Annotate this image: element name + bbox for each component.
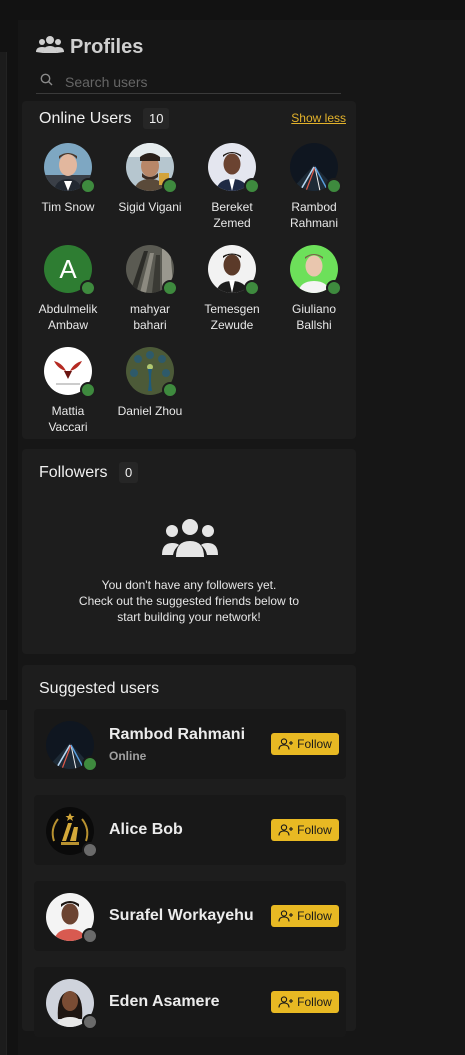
- empty-line-2: Check out the suggested friends below to: [78, 594, 300, 608]
- avatar: [208, 143, 260, 194]
- user-name-text: Temesgen Zewude: [204, 302, 260, 332]
- suggested-user-name: Alice Bob: [109, 821, 183, 838]
- user-name: Tim Snow: [41, 200, 95, 214]
- user-name-text: Abdulmelik Ambaw: [38, 302, 98, 332]
- avatar: [46, 979, 98, 1030]
- follow-button[interactable]: Follow: [271, 905, 339, 927]
- online-users-count: 10: [143, 108, 170, 129]
- user-name-text: Bereket Zemed: [211, 200, 253, 230]
- user-name: Giuliano Ballshi: [274, 301, 354, 333]
- suggested-users-card: Suggested users Rambod Rahmani Online Fo…: [22, 665, 356, 1037]
- user-name: Bereket Zemed: [192, 199, 272, 231]
- online-status-dot: [244, 280, 260, 296]
- user-name: Sigid Vigani: [118, 200, 182, 214]
- user-name-text: mahyar bahari: [129, 302, 170, 332]
- online-user[interactable]: mahyar bahari: [110, 245, 190, 333]
- avatar: [44, 143, 96, 194]
- suggested-user-row[interactable]: Rambod Rahmani Online Follow: [34, 709, 346, 779]
- avatar: [46, 807, 98, 858]
- online-status-dot: [326, 178, 342, 194]
- adjacent-panel-edge-lower: [0, 710, 7, 1055]
- follow-label: Follow: [297, 823, 332, 837]
- online-user[interactable]: Tim Snow: [28, 143, 108, 215]
- offline-status-dot: [82, 842, 98, 858]
- online-status-dot: [244, 178, 260, 194]
- online-status-dot: [162, 178, 178, 194]
- follow-label: Follow: [297, 909, 332, 923]
- avatar: [290, 245, 342, 296]
- online-status-dot: [80, 280, 96, 296]
- empty-line-1: You don't have any followers yet.: [101, 578, 277, 592]
- follow-button[interactable]: Follow: [271, 819, 339, 841]
- online-users-card: Online Users 10 Show less Tim Snow Sigid…: [22, 101, 356, 439]
- online-status-dot: [326, 280, 342, 296]
- avatar: [208, 245, 260, 296]
- suggested-user-row[interactable]: Eden Asamere Follow: [34, 967, 346, 1037]
- search-icon: [40, 73, 53, 91]
- page-title: Profiles: [70, 36, 144, 58]
- follow-label: Follow: [297, 737, 332, 751]
- followers-title: Followers: [39, 464, 108, 481]
- avatar: [46, 893, 98, 944]
- user-name: Rambod Rahmani: [274, 199, 354, 231]
- avatar: A: [44, 245, 96, 296]
- online-user[interactable]: Sigid Vigani: [110, 143, 190, 215]
- no-followers-icon: [162, 517, 218, 566]
- search-bar: [36, 70, 341, 94]
- online-status-dot: [162, 280, 178, 296]
- online-users-title: Online Users: [39, 110, 132, 127]
- add-user-icon: [278, 824, 294, 836]
- avatar: [126, 245, 178, 296]
- suggested-users-title: Suggested users: [39, 680, 160, 697]
- offline-status-dot: [82, 928, 98, 944]
- followers-count: 0: [119, 462, 139, 483]
- online-user[interactable]: Temesgen Zewude: [192, 245, 272, 333]
- online-status-dot: [80, 178, 96, 194]
- search-input[interactable]: [63, 72, 327, 91]
- no-followers-message: You don't have any followers yet. Check …: [22, 577, 356, 625]
- user-name: Mattia Vaccari: [28, 403, 108, 435]
- add-user-icon: [278, 910, 294, 922]
- suggested-user-status: Online: [109, 749, 147, 763]
- user-name: Abdulmelik Ambaw: [28, 301, 108, 333]
- online-status-dot: [82, 756, 98, 772]
- online-status-dot: [80, 382, 96, 398]
- suggested-user-name: Rambod Rahmani: [109, 726, 246, 743]
- avatar: [126, 143, 178, 194]
- add-user-icon: [278, 996, 294, 1008]
- show-less-link[interactable]: Show less: [291, 111, 346, 125]
- online-status-dot: [162, 382, 178, 398]
- avatar: [126, 347, 178, 398]
- avatar: [44, 347, 96, 398]
- followers-card: Followers 0 You don't have any followers…: [22, 449, 356, 654]
- user-name-text: Giuliano Ballshi: [291, 302, 337, 332]
- avatar-initial: A: [59, 253, 77, 284]
- user-name-text: Mattia Vaccari: [48, 404, 88, 434]
- online-user[interactable]: Bereket Zemed: [192, 143, 272, 231]
- avatar: [46, 721, 98, 772]
- follow-label: Follow: [297, 995, 332, 1009]
- online-user[interactable]: Daniel Zhou: [110, 347, 190, 419]
- user-name: mahyar bahari: [110, 301, 190, 333]
- profiles-header: Profiles: [36, 34, 143, 61]
- user-name: Temesgen Zewude: [192, 301, 272, 333]
- online-user[interactable]: Rambod Rahmani: [274, 143, 354, 231]
- follow-button[interactable]: Follow: [271, 733, 339, 755]
- user-name-text: Rambod Rahmani: [289, 200, 339, 230]
- online-user[interactable]: Mattia Vaccari: [28, 347, 108, 435]
- online-user[interactable]: A Abdulmelik Ambaw: [28, 245, 108, 333]
- user-name: Daniel Zhou: [117, 404, 183, 418]
- suggested-user-name: Surafel Workayehu: [109, 907, 254, 924]
- suggested-user-row[interactable]: Surafel Workayehu Follow: [34, 881, 346, 951]
- avatar: [290, 143, 342, 194]
- adjacent-panel-edge: [0, 52, 7, 700]
- suggested-user-name: Eden Asamere: [109, 993, 220, 1010]
- users-icon: [36, 34, 64, 61]
- suggested-user-row[interactable]: Alice Bob Follow: [34, 795, 346, 865]
- follow-button[interactable]: Follow: [271, 991, 339, 1013]
- empty-line-3: start building your network!: [117, 610, 261, 624]
- offline-status-dot: [82, 1014, 98, 1030]
- add-user-icon: [278, 738, 294, 750]
- online-user[interactable]: Giuliano Ballshi: [274, 245, 354, 333]
